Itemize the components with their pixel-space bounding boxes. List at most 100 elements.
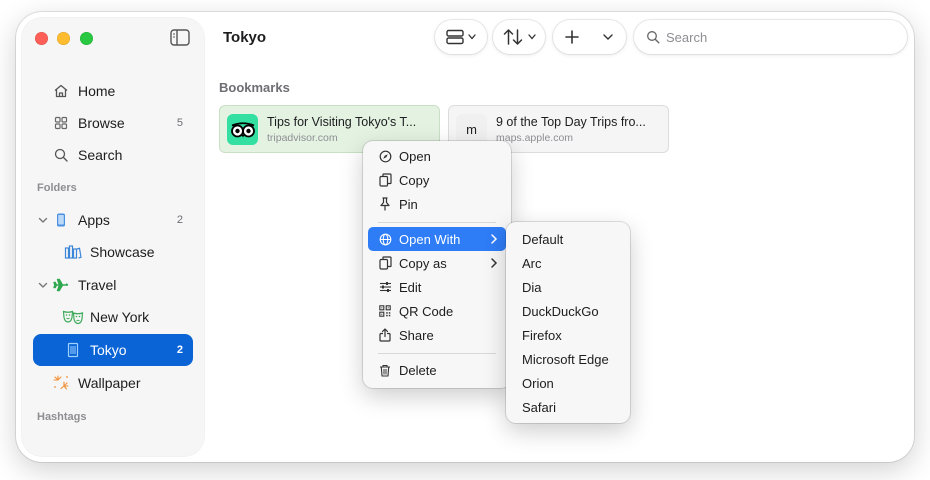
building-icon [64,341,82,359]
pin-icon [378,197,392,211]
add-button[interactable] [553,20,591,54]
books-icon [64,243,82,261]
theater-masks-icon [62,308,84,326]
plus-icon [565,30,579,44]
fireworks-icon [52,374,70,392]
house-icon [52,82,70,100]
sidebar-item-label: Wallpaper [78,375,141,391]
sidebar-item-browse[interactable]: Browse 5 [33,107,193,139]
menu-item-label: Delete [399,362,437,378]
sidebar-item-apps[interactable]: Apps 2 [33,204,193,236]
search-field[interactable] [634,20,907,54]
menu-item-share[interactable]: Share [368,323,506,347]
page-title: Tokyo [223,29,267,46]
open-with-submenu: Default Arc Dia DuckDuckGo Firefox Micro… [506,222,630,423]
copy-icon [378,173,392,187]
menu-item-label: Open With [399,231,461,247]
submenu-item-microsoft-edge[interactable]: Microsoft Edge [511,347,625,371]
item-count: 2 [176,214,183,226]
minimize-window-button[interactable] [57,32,70,45]
menu-separator [378,222,496,223]
sidebar-item-home[interactable]: Home [33,75,193,107]
grid-icon [52,114,70,132]
menu-item-open[interactable]: Open [368,144,506,168]
submenu-item-arc[interactable]: Arc [511,251,625,275]
submenu-item-safari[interactable]: Safari [511,395,625,419]
sidebar-item-label: New York [90,309,150,325]
menu-item-label: Pin [399,196,418,212]
submenu-item-default[interactable]: Default [511,227,625,251]
sidebar-toggle-icon[interactable] [170,29,190,46]
context-menu: Open Copy Pin Open With Copy as Edit QR … [363,141,511,388]
chevron-down-icon [468,34,476,40]
sidebar-item-travel[interactable]: Travel [33,269,193,301]
sort-arrows-icon [503,29,523,45]
menu-item-label: Copy [399,172,430,188]
submenu-item-duckduckgo[interactable]: DuckDuckGo [511,299,625,323]
menu-item-label: Edit [399,279,422,295]
submenu-item-firefox[interactable]: Firefox [511,323,625,347]
add-bookmark-group [553,20,626,54]
sidebar-item-wallpaper[interactable]: Wallpaper [33,367,193,399]
sidebar-item-showcase[interactable]: Showcase [33,236,193,268]
hashtags-section-label: Hashtags [37,411,87,423]
chevron-down-icon [603,34,613,40]
item-count: 5 [176,117,183,129]
sort-button[interactable] [493,20,545,54]
menu-item-edit[interactable]: Edit [368,275,506,299]
menu-item-label: Open [399,148,431,164]
add-options-button[interactable] [591,20,626,54]
sidebar-item-label: Browse [78,115,125,131]
menu-item-pin[interactable]: Pin [368,192,506,216]
menu-item-qr-code[interactable]: QR Code [368,299,506,323]
compass-icon [378,149,392,163]
sidebar: Home Browse 5 Search Folders Apps 2 Show… [22,18,204,456]
sidebar-item-label: Travel [78,277,117,293]
sidebar-item-tokyo[interactable]: Tokyo 2 [33,334,193,366]
bookmark-title: Tips for Visiting Tokyo's T... [267,115,417,129]
chevron-right-icon [491,258,498,268]
sidebar-item-label: Showcase [90,244,155,260]
bookmark-title: 9 of the Top Day Trips fro... [496,115,646,129]
sliders-icon [378,280,392,294]
chevron-down-icon[interactable] [37,279,49,291]
menu-item-label: Share [399,327,434,343]
sidebar-item-label: Tokyo [90,342,127,358]
close-window-button[interactable] [35,32,48,45]
iphone-icon [52,211,70,229]
layout-icon [446,29,464,45]
item-count: 2 [176,344,183,356]
share-icon [378,328,392,342]
menu-item-copy[interactable]: Copy [368,168,506,192]
zoom-window-button[interactable] [80,32,93,45]
chevron-down-icon [528,34,536,40]
bookmarks-section-title: Bookmarks [219,80,290,95]
menu-item-delete[interactable]: Delete [368,358,506,382]
view-mode-button[interactable] [435,20,487,54]
app-window: Home Browse 5 Search Folders Apps 2 Show… [16,12,914,462]
menu-item-label: Copy as [399,255,447,271]
menu-item-label: QR Code [399,303,454,319]
sidebar-item-label: Search [78,147,123,163]
sidebar-item-search[interactable]: Search [33,139,193,171]
search-icon [647,31,660,44]
bookmark-url: tripadvisor.com [267,132,338,144]
menu-item-open-with[interactable]: Open With [368,227,506,251]
menu-item-copy-as[interactable]: Copy as [368,251,506,275]
sidebar-item-new-york[interactable]: New York [33,301,193,333]
qrcode-icon [378,304,392,318]
airplane-icon [52,276,70,294]
sidebar-item-label: Apps [78,212,110,228]
search-input[interactable] [666,29,886,45]
sidebar-item-label: Home [78,83,116,99]
search-icon [52,146,70,164]
trash-icon [378,363,392,377]
globe-icon [378,232,392,246]
chevron-down-icon[interactable] [37,214,49,226]
submenu-item-orion[interactable]: Orion [511,371,625,395]
menu-separator [378,353,496,354]
chevron-right-icon [491,234,498,244]
bookmark-url: maps.apple.com [496,132,574,144]
submenu-item-dia[interactable]: Dia [511,275,625,299]
folders-section-label: Folders [37,182,77,194]
